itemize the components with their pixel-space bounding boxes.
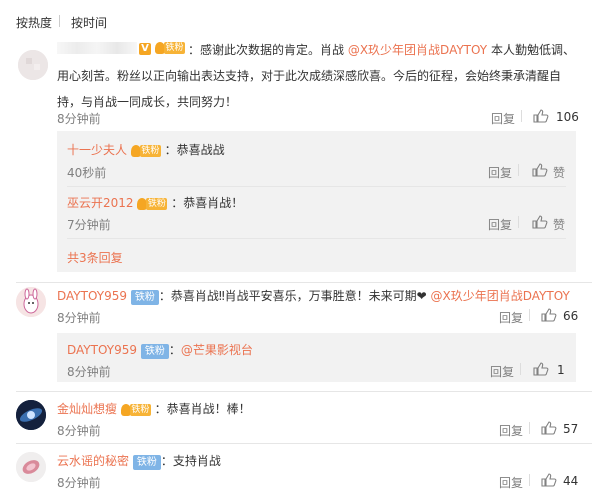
comment-text-line3: 持，与肖战一同成长，共同努力！ <box>57 95 238 109</box>
avatar[interactable] <box>16 452 46 482</box>
reply-username[interactable]: 十一少夫人 <box>67 143 127 157</box>
action-divider <box>518 164 519 176</box>
like-button[interactable] <box>541 472 557 487</box>
avatar-image <box>18 50 48 80</box>
reply-username[interactable]: 巫云开2012 <box>67 196 134 210</box>
reply-button[interactable]: 回复 <box>488 164 512 181</box>
reply-text: ：恭喜战战 <box>164 143 225 157</box>
like-button[interactable] <box>533 108 549 123</box>
fan-badge[interactable]: 铁粉 <box>132 455 161 470</box>
more-replies-link[interactable]: 共3条回复 <box>67 249 123 266</box>
comment-username[interactable]: DAYTOY959 <box>57 289 127 303</box>
fan-badge-icon[interactable]: 铁粉 <box>137 197 168 211</box>
comment-time: 8分钟前 <box>57 476 101 490</box>
reply-time: 7分钟前 <box>67 218 111 232</box>
fan-badge-icon[interactable]: 铁粉 <box>120 403 151 417</box>
comment-time: 8分钟前 <box>57 112 101 126</box>
comment-text: ：恭喜肖战！棒！ <box>154 402 251 416</box>
mention-link[interactable]: @芒果影视台 <box>181 343 253 357</box>
reply-text: ：恭喜肖战！ <box>171 196 244 210</box>
comment-divider <box>16 443 592 444</box>
thumbs-up-icon <box>541 420 557 435</box>
mention-link[interactable]: @X玖少年团肖战DAYTOY <box>348 43 487 57</box>
reply-button[interactable]: 回复 <box>499 309 523 326</box>
verified-icon: V <box>139 40 151 55</box>
reply-button[interactable]: 回复 <box>488 216 512 233</box>
comment-divider <box>16 391 592 392</box>
comment-text-line1: ：感谢此次数据的肯定。肖战 @X玖少年团肖战DAYTOY 本人勤勉低调、 <box>188 41 575 58</box>
like-count: 66 <box>563 309 579 323</box>
comment-line: DAYTOY959 铁粉 ：恭喜肖战‼肖战平安喜乐，万事胜意！未来可期❤ @X玖少… <box>57 287 570 305</box>
like-count: 57 <box>563 422 579 436</box>
reply-button[interactable]: 回复 <box>490 363 514 380</box>
action-divider <box>529 309 530 321</box>
like-button[interactable] <box>541 420 557 435</box>
like-count: 106 <box>556 110 579 124</box>
sort-bar: 按热度 按时间 <box>0 0 592 40</box>
reply-divider <box>67 238 566 239</box>
avatar-image <box>16 452 46 482</box>
comment-time: 8分钟前 <box>57 424 101 438</box>
avatar[interactable] <box>16 287 46 317</box>
fan-badge-icon[interactable]: 铁粉 <box>130 144 161 158</box>
avatar-image <box>16 287 46 317</box>
comment-line: 云水谣的秘密 铁粉 ：支持肖战 <box>57 452 221 470</box>
fan-badge-icon[interactable]: 铁粉 <box>155 41 185 55</box>
thumbs-up-icon <box>533 108 549 123</box>
comment-time: 8分钟前 <box>57 311 101 325</box>
action-divider <box>520 363 521 375</box>
thumbs-up-icon <box>532 162 548 177</box>
action-divider <box>521 110 522 122</box>
action-divider <box>518 216 519 228</box>
thumbs-up-icon <box>541 307 557 322</box>
comment-text: ：感谢此次数据的肯定。肖战 <box>188 43 348 57</box>
avatar[interactable] <box>16 400 46 430</box>
sort-divider <box>59 15 60 27</box>
reply-button[interactable]: 回复 <box>499 474 523 491</box>
action-divider <box>529 422 530 434</box>
like-label[interactable]: 赞 <box>553 216 565 233</box>
comment-text: ：恭喜肖战‼肖战平安喜乐，万事胜意！未来可期❤ <box>158 289 431 303</box>
reply-line: 十一少夫人 铁粉 ：恭喜战战 <box>67 141 225 158</box>
reply-line: 巫云开2012 铁粉 ：恭喜肖战！ <box>67 194 243 211</box>
reply-text: ： <box>168 343 181 357</box>
like-count: 1 <box>557 363 565 377</box>
comment-divider <box>16 282 592 283</box>
comment-line: 金灿灿想瘦 铁粉 ：恭喜肖战！棒！ <box>57 400 251 417</box>
reply-time: 40秒前 <box>67 166 107 180</box>
comment-username[interactable]: 云水谣的秘密 <box>57 454 129 468</box>
like-count: 44 <box>563 474 579 488</box>
sort-by-time[interactable]: 按时间 <box>71 14 107 31</box>
comment-username[interactable]: 金灿灿想瘦 <box>57 402 117 416</box>
fan-badge[interactable]: 铁粉 <box>140 344 169 359</box>
reply-divider <box>67 186 566 187</box>
avatar-image <box>16 400 46 430</box>
like-button[interactable] <box>532 214 548 229</box>
thumbs-up-icon <box>532 214 548 229</box>
like-button[interactable] <box>532 162 548 177</box>
reply-button[interactable]: 回复 <box>499 422 523 439</box>
sort-by-hot[interactable]: 按热度 <box>16 14 52 31</box>
comment-text: 本人勤勉低调、 <box>487 43 575 57</box>
avatar[interactable] <box>18 50 48 80</box>
reply-button[interactable]: 回复 <box>491 110 515 127</box>
thumbs-up-icon <box>533 361 549 376</box>
like-button[interactable] <box>533 361 549 376</box>
thumbs-up-icon <box>541 472 557 487</box>
comment-text-line2: 用心刻苦。粉丝以正向输出表达支持，对于此次成绩深感欣喜。今后的征程，会始终秉承清… <box>57 69 562 83</box>
username-blurred[interactable] <box>57 42 137 54</box>
reply-line: DAYTOY959 铁粉 ：@芒果影视台 <box>67 341 253 359</box>
like-button[interactable] <box>541 307 557 322</box>
comment-text: ：支持肖战 <box>160 454 221 468</box>
fan-badge[interactable]: 铁粉 <box>130 290 159 305</box>
action-divider <box>529 474 530 486</box>
reply-username[interactable]: DAYTOY959 <box>67 343 137 357</box>
like-label[interactable]: 赞 <box>553 164 565 181</box>
reply-time: 8分钟前 <box>67 365 111 379</box>
mention-link[interactable]: @X玖少年团肖战DAYTOY <box>431 289 570 303</box>
